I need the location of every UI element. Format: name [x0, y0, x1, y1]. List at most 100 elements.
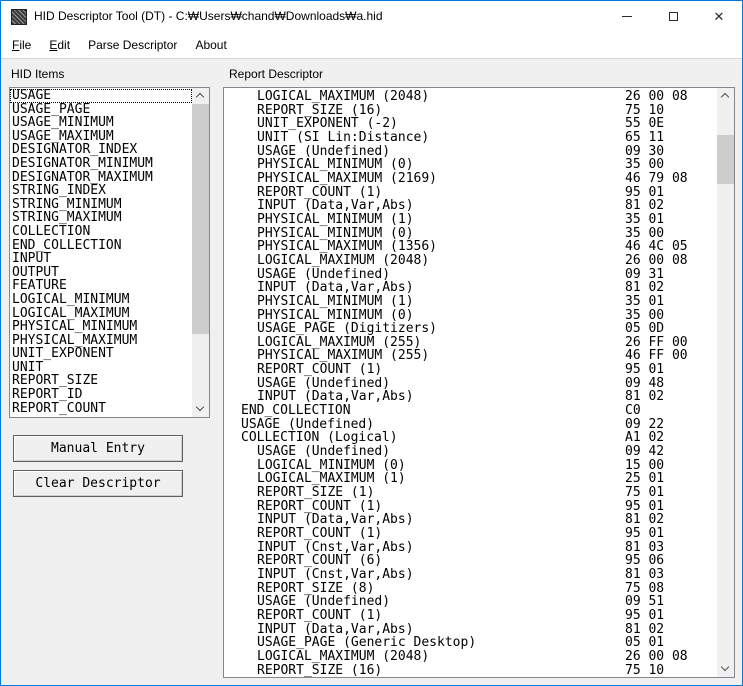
descriptor-item-text: USAGE (Undefined) — [226, 595, 390, 609]
maximize-button[interactable] — [650, 1, 696, 32]
descriptor-line: USAGE (Undefined)09 42 — [226, 445, 717, 459]
descriptor-item-hex: 95 01 — [625, 527, 664, 541]
descriptor-item-text: INPUT (Data,Var,Abs) — [226, 513, 414, 527]
descriptor-item-text: INPUT (Data,Var,Abs) — [226, 281, 414, 295]
descriptor-item-hex: 55 0E — [625, 117, 664, 131]
list-item-logical-maximum[interactable]: LOGICAL_MAXIMUM — [10, 307, 192, 321]
descriptor-item-hex: 26 00 08 — [625, 650, 688, 664]
descriptor-line: REPORT_COUNT (1)95 01 — [226, 500, 717, 514]
descriptor-line: USAGE (Undefined)09 48 — [226, 377, 717, 391]
descriptor-line: LOGICAL_MINIMUM (0)15 00 — [226, 459, 717, 473]
descriptor-line: INPUT (Cnst,Var,Abs)81 03 — [226, 568, 717, 582]
list-item-input[interactable]: INPUT — [10, 252, 192, 266]
descriptor-item-hex: 95 01 — [625, 609, 664, 623]
descriptor-item-text: LOGICAL_MAXIMUM (2048) — [226, 650, 429, 664]
descriptor-item-text: LOGICAL_MAXIMUM (255) — [226, 336, 421, 350]
clear-descriptor-button[interactable]: Clear Descriptor — [13, 470, 183, 497]
descriptor-item-hex: 09 48 — [625, 377, 664, 391]
list-item-usage-minimum[interactable]: USAGE_MINIMUM — [10, 116, 192, 130]
list-item-report-size[interactable]: REPORT_SIZE — [10, 374, 192, 388]
hid-items-label: HID Items — [11, 67, 64, 81]
descriptor-item-hex: 35 01 — [625, 213, 664, 227]
hid-items-scrollbar[interactable] — [192, 88, 209, 417]
descriptor-line: PHYSICAL_MINIMUM (0)35 00 — [226, 309, 717, 323]
descriptor-item-text: REPORT_SIZE (1) — [226, 486, 374, 500]
menu-item-about[interactable]: About — [186, 38, 235, 52]
scroll-down-button[interactable] — [192, 401, 209, 417]
report-descriptor-scrollbar[interactable] — [717, 88, 734, 677]
title-bar[interactable]: HID Descriptor Tool (DT) - C:₩Users₩chan… — [1, 1, 742, 32]
menu-item-parse-descriptor[interactable]: Parse Descriptor — [79, 38, 186, 52]
descriptor-item-text: END_COLLECTION — [226, 404, 351, 418]
menu-bar: FileEditParse DescriptorAbout — [1, 32, 742, 59]
descriptor-line: USAGE (Undefined) 09 51 — [226, 595, 717, 609]
descriptor-item-text: INPUT (Data,Var,Abs) — [226, 390, 414, 404]
scrollbar-thumb[interactable] — [717, 135, 734, 184]
maximize-icon — [669, 12, 678, 21]
descriptor-item-text: PHYSICAL_MAXIMUM (255) — [226, 349, 429, 363]
descriptor-item-text: PHYSICAL_MINIMUM (0) — [226, 227, 414, 241]
descriptor-item-hex: 81 02 — [625, 281, 664, 295]
descriptor-item-hex: 35 00 — [625, 227, 664, 241]
hid-items-list: USAGEUSAGE_PAGEUSAGE_MINIMUMUSAGE_MAXIMU… — [10, 89, 192, 417]
list-item-feature[interactable]: FEATURE — [10, 279, 192, 293]
window-controls: ✕ — [604, 1, 742, 32]
list-item-unit-exponent[interactable]: UNIT_EXPONENT — [10, 347, 192, 361]
descriptor-item-text: REPORT_COUNT (1) — [226, 500, 382, 514]
list-item-report-count[interactable]: REPORT_COUNT — [10, 402, 192, 416]
descriptor-line: PHYSICAL_MAXIMUM (255)46 FF 00 — [226, 349, 717, 363]
descriptor-item-text: USAGE (Undefined) — [226, 418, 374, 432]
list-item-usage-maximum[interactable]: USAGE_MAXIMUM — [10, 130, 192, 144]
descriptor-item-text: INPUT (Data,Var,Abs) — [226, 623, 414, 637]
scroll-up-button[interactable] — [192, 88, 209, 104]
descriptor-item-text: USAGE_PAGE (Generic Desktop) — [226, 636, 476, 650]
list-item-string-maximum[interactable]: STRING_MAXIMUM — [10, 211, 192, 225]
report-descriptor-box[interactable]: LOGICAL_MAXIMUM (2048)26 00 08REPORT_SIZ… — [223, 87, 735, 678]
list-item-string-index[interactable]: STRING_INDEX — [10, 184, 192, 198]
descriptor-item-text: REPORT_COUNT (6) — [226, 554, 382, 568]
list-item-usage[interactable]: USAGE — [10, 89, 192, 103]
descriptor-line: END_COLLECTIONC0 — [226, 404, 717, 418]
list-item-end-collection[interactable]: END_COLLECTION — [10, 239, 192, 253]
list-item-report-id[interactable]: REPORT_ID — [10, 388, 192, 402]
list-item-physical-maximum[interactable]: PHYSICAL_MAXIMUM — [10, 334, 192, 348]
list-item-logical-minimum[interactable]: LOGICAL_MINIMUM — [10, 293, 192, 307]
descriptor-line: PHYSICAL_MINIMUM (1)35 01 — [226, 295, 717, 309]
menu-item-file[interactable]: File — [3, 38, 40, 52]
scroll-up-button[interactable] — [717, 88, 734, 104]
descriptor-line: INPUT (Data,Var,Abs)81 02 — [226, 513, 717, 527]
descriptor-item-text: COLLECTION (Logical) — [226, 431, 398, 445]
descriptor-line: REPORT_SIZE (16)75 10 — [226, 664, 717, 677]
descriptor-line: PHYSICAL_MINIMUM (0) 35 00 — [226, 227, 717, 241]
close-icon: ✕ — [714, 10, 725, 23]
descriptor-item-hex: 05 0D — [625, 322, 664, 336]
list-item-usage-page[interactable]: USAGE_PAGE — [10, 103, 192, 117]
descriptor-item-hex: 09 30 — [625, 145, 664, 159]
menu-item-edit[interactable]: Edit — [40, 38, 79, 52]
close-button[interactable]: ✕ — [696, 1, 742, 32]
descriptor-item-text: LOGICAL_MINIMUM (0) — [226, 459, 406, 473]
list-item-designator-index[interactable]: DESIGNATOR_INDEX — [10, 143, 192, 157]
descriptor-line: LOGICAL_MAXIMUM (255)26 FF 00 — [226, 336, 717, 350]
report-descriptor-label: Report Descriptor — [229, 67, 323, 81]
scrollbar-thumb[interactable] — [192, 104, 209, 334]
list-item-designator-minimum[interactable]: DESIGNATOR_MINIMUM — [10, 157, 192, 171]
descriptor-item-hex: 09 51 — [625, 595, 664, 609]
list-item-unit[interactable]: UNIT — [10, 361, 192, 375]
descriptor-item-text: INPUT (Cnst,Var,Abs) — [226, 568, 414, 582]
descriptor-line: INPUT (Data,Var,Abs)81 02 — [226, 623, 717, 637]
app-icon[interactable] — [11, 9, 27, 25]
list-item-output[interactable]: OUTPUT — [10, 266, 192, 280]
list-item-designator-maximum[interactable]: DESIGNATOR_MAXIMUM — [10, 171, 192, 185]
list-item-collection[interactable]: COLLECTION — [10, 225, 192, 239]
minimize-button[interactable] — [604, 1, 650, 32]
list-item-physical-minimum[interactable]: PHYSICAL_MINIMUM — [10, 320, 192, 334]
descriptor-item-hex: 09 22 — [625, 418, 664, 432]
hid-items-listbox[interactable]: USAGEUSAGE_PAGEUSAGE_MINIMUMUSAGE_MAXIMU… — [9, 87, 210, 418]
descriptor-item-hex: 81 02 — [625, 390, 664, 404]
list-item-string-minimum[interactable]: STRING_MINIMUM — [10, 198, 192, 212]
manual-entry-button[interactable]: Manual Entry — [13, 435, 183, 462]
scroll-down-button[interactable] — [717, 661, 734, 677]
descriptor-item-hex: 75 01 — [625, 486, 664, 500]
descriptor-item-hex: 26 00 08 — [625, 90, 688, 104]
